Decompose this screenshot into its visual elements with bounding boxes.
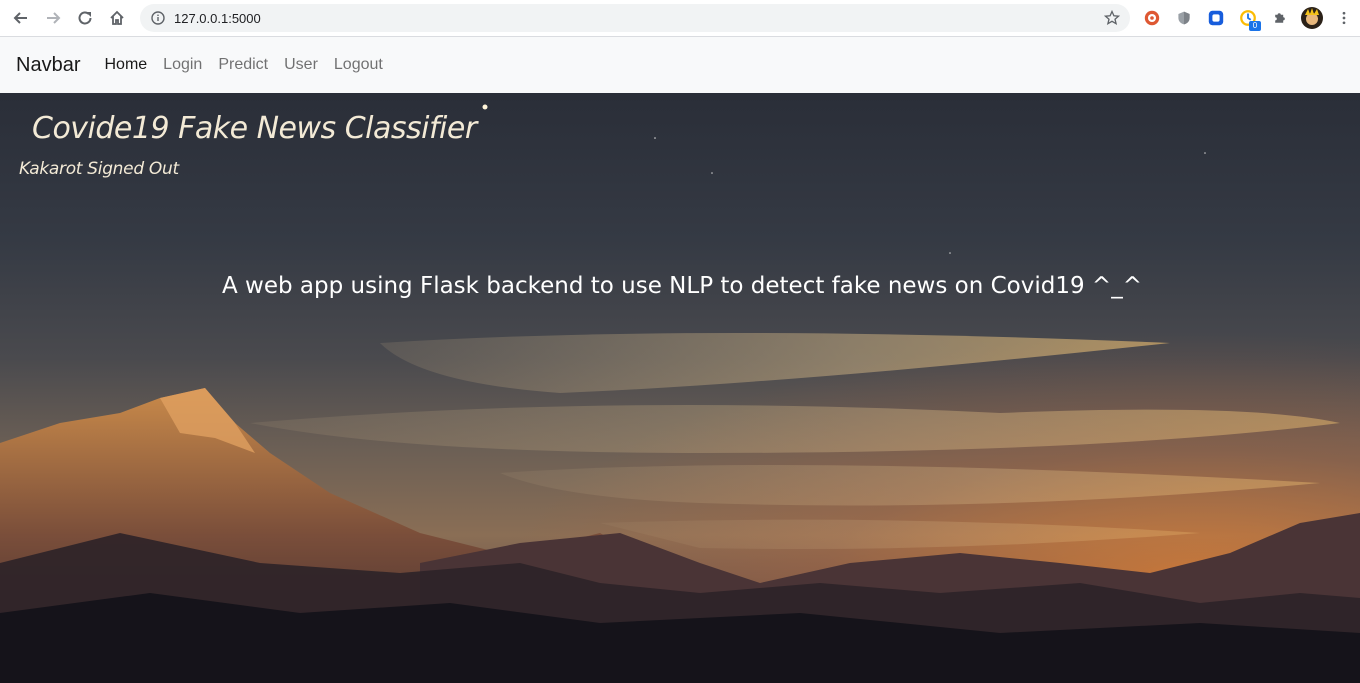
back-button[interactable] — [8, 6, 34, 30]
nav-link-login[interactable]: Login — [155, 56, 210, 74]
back-arrow-icon — [13, 12, 27, 24]
bitwarden-icon[interactable] — [1206, 8, 1226, 28]
clock-extension-icon[interactable]: 0 — [1238, 8, 1261, 31]
extension-badge: 0 — [1249, 21, 1261, 31]
app-navbar: Navbar Home Login Predict User Logout — [0, 37, 1360, 93]
shield-icon[interactable] — [1174, 8, 1194, 28]
forward-button[interactable] — [40, 6, 66, 30]
page-title: Covide19 Fake News Classifier — [32, 111, 477, 146]
bookmark-star-icon[interactable] — [1104, 10, 1120, 26]
hero-section: Covide19 Fake News Classifier Kakarot Si… — [0, 93, 1360, 683]
user-status-text: Kakarot Signed Out — [19, 159, 179, 179]
puzzle-icon[interactable] — [1270, 8, 1290, 28]
browser-toolbar: 127.0.0.1:5000 0 — [0, 0, 1360, 37]
menu-kebab-icon[interactable] — [1334, 8, 1354, 28]
mountain-sunset-image — [0, 104, 1360, 683]
reload-icon — [78, 11, 92, 25]
info-icon[interactable] — [151, 11, 165, 25]
address-bar[interactable]: 127.0.0.1:5000 — [140, 4, 1130, 32]
nav-link-user[interactable]: User — [276, 56, 326, 74]
reload-button[interactable] — [72, 6, 98, 30]
nav-link-home[interactable]: Home — [96, 56, 155, 74]
forward-arrow-icon — [47, 12, 61, 24]
home-button[interactable] — [104, 6, 130, 30]
home-icon — [110, 10, 124, 25]
nav-link-logout[interactable]: Logout — [326, 56, 391, 74]
nav-link-predict[interactable]: Predict — [210, 56, 276, 74]
duckduckgo-icon[interactable] — [1142, 8, 1162, 28]
navbar-brand[interactable]: Navbar — [16, 54, 80, 77]
url-text[interactable]: 127.0.0.1:5000 — [174, 11, 261, 26]
avatar[interactable] — [1301, 7, 1323, 29]
hero-tagline: A web app using Flask backend to use NLP… — [222, 273, 1142, 299]
